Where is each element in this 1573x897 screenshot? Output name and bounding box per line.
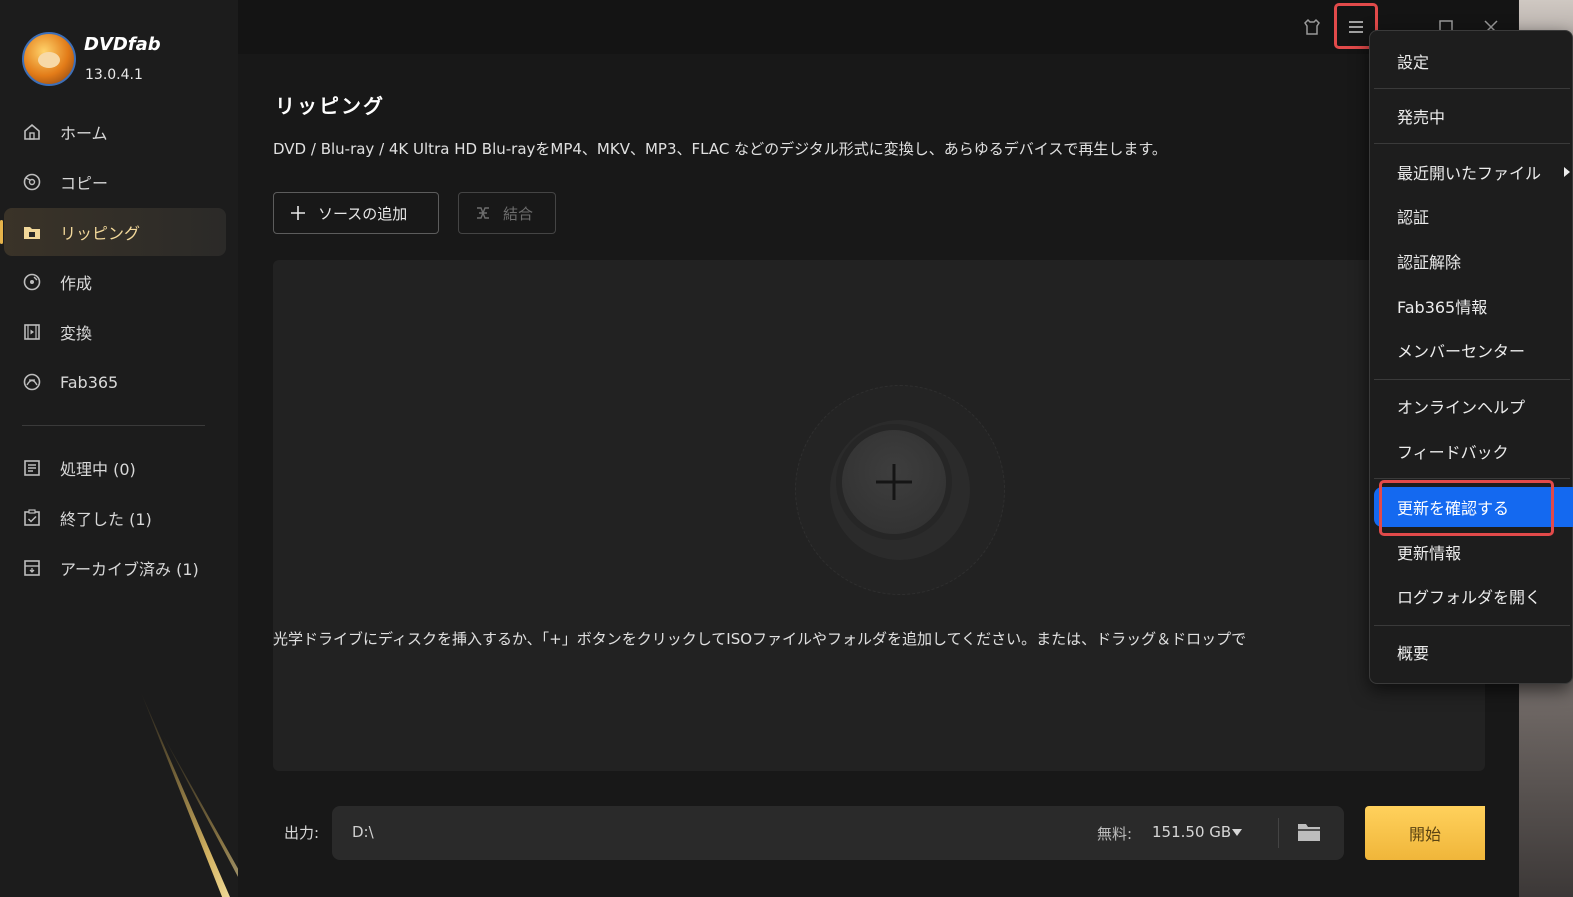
menu-item-about[interactable]: 概要 <box>1370 632 1573 672</box>
menu-item-label: ログフォルダを開く <box>1397 588 1542 607</box>
menu-item-label: メンバーセンター <box>1397 342 1526 361</box>
menu-separator <box>1374 625 1570 626</box>
skin-icon[interactable] <box>1299 14 1325 40</box>
menu-item-feedback[interactable]: フィードバック <box>1370 431 1573 471</box>
menu-separator <box>1374 143 1570 144</box>
sidebar-item-label: リッピング <box>60 224 141 243</box>
sidebar-item-label: 作成 <box>60 274 93 293</box>
menu-item-unregister[interactable]: 認証解除 <box>1370 241 1573 281</box>
sidebar-item-label: アーカイブ済み (1) <box>60 560 199 579</box>
menu-item-label: 設定 <box>1397 53 1430 72</box>
output-field[interactable]: D:\ 無料: 151.50 GB <box>332 806 1344 860</box>
sidebar-item-home[interactable]: ホーム <box>4 108 226 156</box>
app-brand: DVDfab <box>84 34 161 55</box>
sidebar-item-creator[interactable]: 作成 <box>4 258 226 306</box>
chevron-down-icon[interactable] <box>1232 829 1242 836</box>
sidebar-item-finished[interactable]: 終了した (1) <box>4 494 226 542</box>
menu-item-label: 発売中 <box>1397 108 1446 127</box>
free-space-value: 151.50 GB <box>1152 823 1232 841</box>
sidebar-item-copy[interactable]: コピー <box>4 158 226 206</box>
output-path: D:\ <box>352 823 374 841</box>
menu-item-label: 更新を確認する <box>1397 499 1510 518</box>
menu-item-label: Fab365情報 <box>1397 298 1488 317</box>
add-file-button[interactable] <box>842 430 946 534</box>
sidebar-item-label: 変換 <box>60 324 93 343</box>
sidebar-item-fab365[interactable]: Fab365 <box>4 358 226 406</box>
home-icon <box>22 122 42 142</box>
drop-zone[interactable]: 光学ドライブにディスクを挿入するか、「+」ボタンをクリックしてISOファイルやフ… <box>273 260 1485 771</box>
sidebar-item-label: ホーム <box>60 124 108 143</box>
menu-separator <box>1374 478 1570 479</box>
sidebar-divider <box>22 425 205 426</box>
sidebar-item-label: 処理中 (0) <box>60 460 136 479</box>
drop-hint-text: 光学ドライブにディスクを挿入するか、「+」ボタンをクリックしてISOファイルやフ… <box>273 630 1247 648</box>
plus-icon <box>290 205 306 221</box>
main-menu-dropdown: 設定 発売中 最近開いたファイル 認証 認証解除 Fab365情報 メンバーセン… <box>1369 30 1573 684</box>
chevron-right-icon <box>1564 167 1570 177</box>
menu-separator <box>1374 379 1570 380</box>
menu-separator <box>1374 88 1570 89</box>
menu-item-update-info[interactable]: 更新情報 <box>1370 532 1573 572</box>
checklist-icon <box>22 508 42 528</box>
menu-item-register[interactable]: 認証 <box>1370 196 1573 236</box>
sidebar-item-archived[interactable]: アーカイブ済み (1) <box>4 544 226 592</box>
start-button[interactable]: 開始 <box>1365 806 1485 860</box>
menu-item-recent-files[interactable]: 最近開いたファイル <box>1370 152 1573 192</box>
menu-item-check-update[interactable]: 更新を確認する <box>1374 487 1573 527</box>
film-convert-icon <box>22 322 42 342</box>
sidebar-item-label: 終了した (1) <box>60 510 152 529</box>
menu-item-label: 認証解除 <box>1397 253 1462 272</box>
merge-icon <box>475 205 491 221</box>
sidebar-item-label: コピー <box>60 174 109 193</box>
menu-item-on-sale[interactable]: 発売中 <box>1370 96 1573 136</box>
disc-copy-icon <box>22 172 42 192</box>
ripper-folder-icon <box>22 222 42 242</box>
creator-disc-icon <box>22 272 42 292</box>
task-list-icon <box>22 458 42 478</box>
sidebar-item-ripper[interactable]: リッピング <box>0 208 226 256</box>
merge-button[interactable]: 結合 <box>458 192 556 234</box>
output-divider <box>1278 818 1279 848</box>
page-description: DVD / Blu-ray / 4K Ultra HD Blu-rayをMP4、… <box>273 140 1167 158</box>
menu-item-fab365-info[interactable]: Fab365情報 <box>1370 286 1573 326</box>
menu-item-member-center[interactable]: メンバーセンター <box>1370 330 1573 370</box>
menu-item-label: フィードバック <box>1397 443 1509 462</box>
app-logo <box>22 32 76 86</box>
fab365-icon <box>22 372 42 392</box>
sidebar-item-converter[interactable]: 変換 <box>4 308 226 356</box>
menu-item-label: 最近開いたファイル <box>1397 164 1542 183</box>
output-label: 出力: <box>284 824 320 842</box>
sidebar-light-streak <box>140 690 238 897</box>
menu-item-online-help[interactable]: オンラインヘルプ <box>1370 386 1573 426</box>
add-source-label: ソースの追加 <box>318 204 408 223</box>
menu-item-open-log-folder[interactable]: ログフォルダを開く <box>1370 576 1573 616</box>
menu-item-label: 更新情報 <box>1397 544 1462 563</box>
merge-label: 結合 <box>503 204 534 223</box>
app-version: 13.0.4.1 <box>85 67 143 83</box>
archive-box-icon <box>22 558 42 578</box>
title-bar <box>238 0 1518 54</box>
menu-item-settings[interactable]: 設定 <box>1370 41 1573 81</box>
free-space-label: 無料: <box>1097 825 1133 843</box>
add-source-button[interactable]: ソースの追加 <box>273 192 439 234</box>
menu-item-label: 認証 <box>1397 208 1430 227</box>
add-plus-icon <box>876 464 912 500</box>
menu-item-label: オンラインヘルプ <box>1397 398 1526 417</box>
page-title: リッピング <box>275 94 385 118</box>
folder-icon[interactable] <box>1296 820 1322 848</box>
sidebar-item-label: Fab365 <box>60 372 119 392</box>
sidebar-item-processing[interactable]: 処理中 (0) <box>4 444 226 492</box>
sidebar: DVDfab 13.0.4.1 ホーム コピー リッピング 作成 変換 Fab3… <box>0 0 238 897</box>
menu-item-label: 概要 <box>1397 644 1430 663</box>
